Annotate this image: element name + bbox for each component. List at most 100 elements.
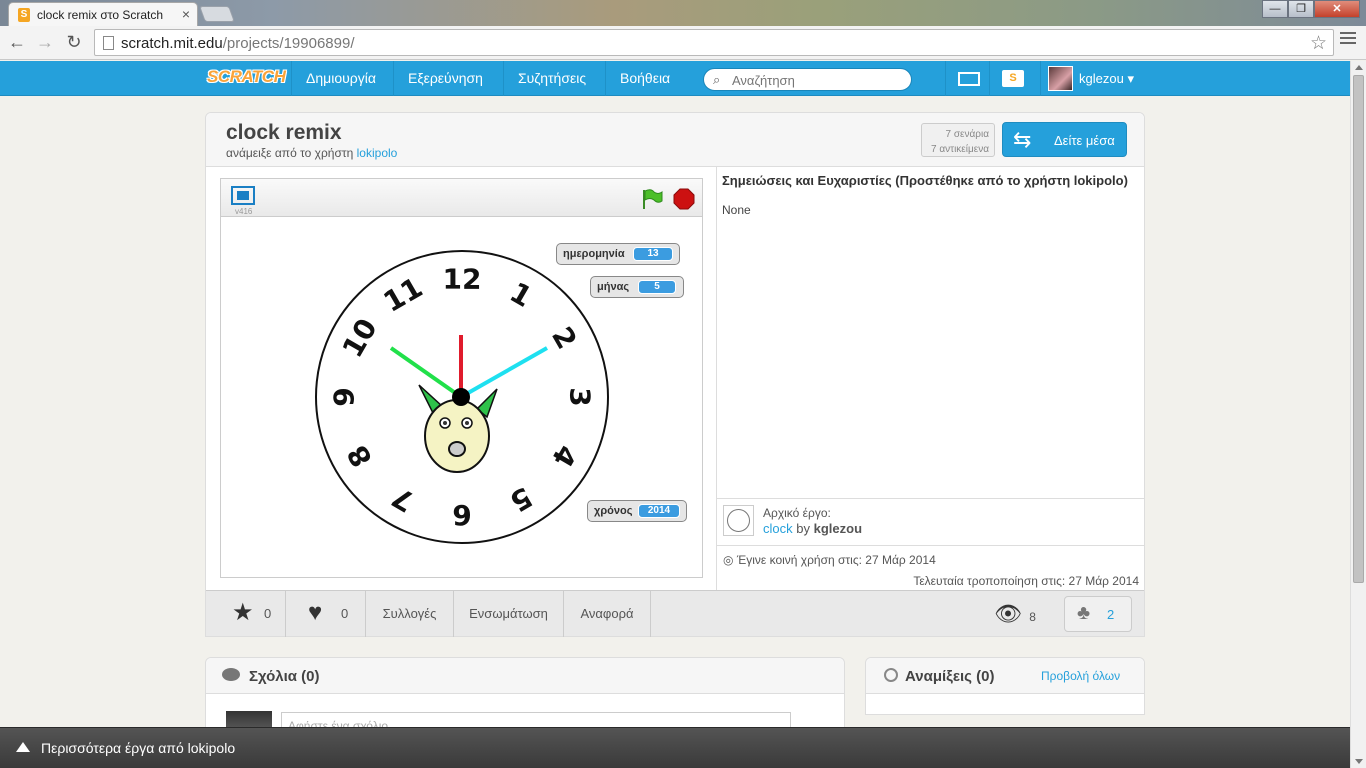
search-icon: ⌕: [713, 72, 721, 87]
reload-icon[interactable]: ↻: [63, 32, 85, 53]
scratch-topnav: SCRATCH Δημιουργία Εξερεύνηση Συζητήσεις…: [0, 61, 1350, 96]
clock-number-12: 12: [443, 263, 482, 296]
more-projects-bar[interactable]: Περισσότερα έργα από lokipolo: [0, 727, 1350, 768]
browser-tabstrip: S clock remix στο Scratch × — ❐ ✕: [0, 0, 1366, 26]
original-thumbnail[interactable]: [723, 505, 754, 536]
project-title: clock remix: [226, 121, 342, 144]
comment-bubble-icon: [222, 668, 240, 681]
scroll-thumb[interactable]: [1353, 75, 1364, 583]
scroll-down-icon[interactable]: [1355, 759, 1363, 764]
address-bar[interactable]: scratch.mit.edu/projects/19906899/ ☆: [94, 29, 1334, 56]
monitor-year: χρόνος 2014: [587, 500, 687, 522]
browser-tab[interactable]: S clock remix στο Scratch ×: [8, 2, 198, 26]
project-box: clock remix ανάμειξε από το χρήστη lokip…: [205, 112, 1145, 637]
original-project: Αρχικό έργο: clock by kglezou: [717, 498, 1144, 546]
shared-date: ◎ Έγινε κοινή χρήση στις: 27 Μάρ 2014: [723, 553, 936, 567]
original-label: Αρχικό έργο:: [763, 506, 831, 520]
close-window-button[interactable]: ✕: [1314, 0, 1360, 18]
remix-tree-button[interactable]: ♣ 2: [1064, 596, 1132, 632]
original-author-link[interactable]: kglezou: [814, 521, 862, 536]
clock-stage-svg: 12 1234567891011: [315, 250, 609, 544]
project-player: v416 12 1 2 3 4 5 6 7 8 9 10 11 ημερομην…: [220, 178, 703, 578]
search-box: ⌕: [703, 68, 912, 91]
tab-title: clock remix στο Scratch: [37, 8, 164, 22]
star-icon: ★: [232, 599, 254, 626]
modified-date: Τελευταία τροποποίηση στις: 27 Μάρ 2014: [913, 574, 1139, 588]
nav-explore[interactable]: Εξερεύνηση: [393, 61, 497, 96]
comments-title: Σχόλια (0): [249, 668, 320, 685]
favorite-button[interactable]: ★ 0: [206, 591, 286, 637]
project-stats: 7 σενάρια 7 αντικείμενα: [921, 123, 995, 157]
remixes-header: Αναμίξεις (0) Προβολή όλων: [866, 658, 1144, 694]
stage[interactable]: 12 1 2 3 4 5 6 7 8 9 10 11 ημερομηνία 13…: [221, 217, 702, 577]
spiral-icon: ◎: [723, 553, 734, 567]
more-projects-text: Περισσότερα έργα από lokipolo: [41, 740, 236, 756]
my-stuff-icon: S: [1002, 70, 1024, 87]
notes-body: None: [722, 203, 751, 217]
original-project-link[interactable]: clock: [763, 521, 793, 536]
see-inside-button[interactable]: ⇆ Δείτε μέσα: [1002, 122, 1127, 157]
monitor-month-value: 5: [638, 280, 676, 294]
heart-icon: ♥: [308, 599, 323, 626]
nav-discuss[interactable]: Συζητήσεις: [503, 61, 600, 96]
maximize-button[interactable]: ❐: [1288, 0, 1314, 18]
scroll-up-icon[interactable]: [1355, 65, 1363, 70]
back-icon[interactable]: ←: [6, 32, 28, 53]
avatar: [1048, 66, 1073, 91]
love-button[interactable]: ♥ 0: [286, 591, 366, 637]
scratch-logo[interactable]: SCRATCH: [207, 67, 286, 89]
browser-toolbar: ← → ↻ scratch.mit.edu/projects/19906899/…: [0, 26, 1366, 60]
monitor-date-value: 13: [633, 247, 673, 261]
remix-tree-icon: ♣: [1077, 602, 1091, 624]
project-header: clock remix ανάμειξε από το χρήστη lokip…: [206, 113, 1144, 167]
username: kglezou ▾: [1079, 71, 1134, 86]
remixed-by: ανάμειξε από το χρήστη lokipolo: [226, 146, 398, 160]
player-version: v416: [235, 207, 253, 216]
green-flag-icon[interactable]: [641, 188, 663, 210]
page-scrollbar[interactable]: [1350, 61, 1366, 768]
studios-button[interactable]: Συλλογές: [366, 591, 454, 637]
monitor-year-value: 2014: [638, 504, 680, 518]
user-menu[interactable]: kglezou ▾: [1040, 61, 1134, 96]
original-line: clock by kglezou: [763, 521, 863, 536]
new-tab-button[interactable]: [199, 6, 235, 22]
clock-center: [452, 388, 470, 406]
player-controls: v416: [221, 179, 702, 217]
search-input[interactable]: [732, 71, 902, 89]
tab-close-icon[interactable]: ×: [182, 6, 190, 22]
comments-panel: Σχόλια (0) Αφήστε ένα σχόλιο: [205, 657, 845, 737]
bookmark-star-icon[interactable]: ☆: [1310, 32, 1327, 55]
clock-number-9: 9: [328, 387, 361, 406]
remix-arrows-icon: ⇆: [1013, 127, 1032, 152]
remixes-title: Αναμίξεις (0): [905, 668, 995, 685]
spiral-icon: [884, 668, 898, 682]
monitor-month: μήνας 5: [590, 276, 684, 298]
nav-create[interactable]: Δημιουργία: [291, 61, 390, 96]
views-count: 👁 8: [994, 601, 1036, 626]
action-bar: ★ 0 ♥ 0 Συλλογές Ενσωμάτωση Αναφορά 👁 8 …: [206, 590, 1144, 637]
eye-icon: 👁: [994, 601, 1022, 626]
notes-title: Σημειώσεις και Ευχαριστίες (Προστέθηκε α…: [722, 173, 1128, 188]
embed-button[interactable]: Ενσωμάτωση: [454, 591, 564, 637]
url-text[interactable]: scratch.mit.edu/projects/19906899/: [121, 35, 354, 52]
scratch-favicon-icon: S: [18, 8, 30, 22]
page-icon: [103, 36, 114, 50]
clock-number-3: 3: [564, 387, 597, 406]
comments-header: Σχόλια (0): [206, 658, 844, 694]
minimize-button[interactable]: —: [1262, 0, 1288, 18]
messages-button[interactable]: [945, 61, 989, 96]
envelope-icon: [958, 72, 980, 86]
forward-icon[interactable]: →: [34, 32, 56, 53]
view-all-link[interactable]: Προβολή όλων: [1041, 669, 1120, 683]
browser-menu-icon[interactable]: [1340, 32, 1356, 47]
fullscreen-icon[interactable]: [231, 186, 255, 205]
remixer-link[interactable]: lokipolo: [357, 146, 398, 160]
expand-up-icon: [16, 742, 30, 752]
stop-icon[interactable]: [673, 188, 695, 210]
caret-down-icon: ▾: [1127, 71, 1134, 86]
clock-number-6: 6: [452, 499, 471, 532]
report-button[interactable]: Αναφορά: [564, 591, 651, 637]
my-stuff-button[interactable]: S: [989, 61, 1033, 96]
monitor-date: ημερομηνία 13: [556, 243, 680, 265]
nav-help[interactable]: Βοήθεια: [605, 61, 684, 96]
